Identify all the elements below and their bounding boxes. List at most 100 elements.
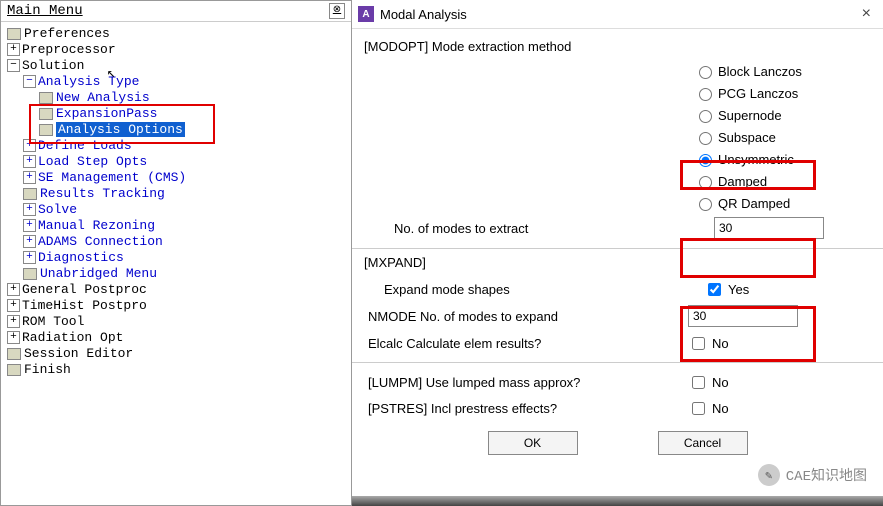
cursor-icon: ↖ [107, 65, 115, 82]
radio-damped[interactable]: Damped [694, 170, 871, 192]
expand-icon[interactable]: + [23, 219, 36, 232]
expand-icon[interactable]: + [7, 283, 20, 296]
tree-item-new-analysis[interactable]: New Analysis [3, 90, 349, 106]
watermark-text: CAE知识地图 [786, 465, 867, 485]
radio-input[interactable] [699, 88, 712, 101]
tree-item-solution[interactable]: −Solution [3, 58, 349, 74]
radio-subspace[interactable]: Subspace [694, 126, 871, 148]
leaf-icon [7, 348, 21, 360]
tree-item-expansion-pass[interactable]: ExpansionPass [3, 106, 349, 122]
dialog-body: [MODOPT] Mode extraction method Block La… [352, 29, 883, 461]
main-menu-title-bar: Main Menu ⊗ [1, 1, 351, 22]
expand-icon[interactable]: + [7, 331, 20, 344]
tree-item-session-editor[interactable]: Session Editor [3, 346, 349, 362]
pstres-row: [PSTRES] Incl prestress effects? No [364, 395, 871, 421]
leaf-icon [23, 188, 37, 200]
nmode-label: NMODE No. of modes to expand [364, 309, 688, 324]
tree-item-analysis-type[interactable]: −Analysis Type [3, 74, 349, 90]
leaf-icon [39, 124, 53, 136]
dialog-title: Modal Analysis [380, 7, 467, 22]
nmode-input[interactable] [688, 305, 798, 327]
leaf-icon [23, 268, 37, 280]
close-icon[interactable]: × [856, 5, 877, 23]
radio-block-lanczos[interactable]: Block Lanczos [694, 60, 871, 82]
radio-unsymmetric[interactable]: Unsymmetric [694, 148, 871, 170]
tree-item-timehist-postpro[interactable]: +TimeHist Postpro [3, 298, 349, 314]
collapse-icon[interactable]: − [23, 75, 36, 88]
nmode-row: NMODE No. of modes to expand [364, 302, 871, 330]
radio-input[interactable] [699, 66, 712, 79]
tree-item-solve[interactable]: +Solve [3, 202, 349, 218]
radio-input[interactable] [699, 154, 712, 167]
divider [352, 248, 883, 249]
tree-item-se-management[interactable]: +SE Management (CMS) [3, 170, 349, 186]
expand-icon[interactable]: + [23, 251, 36, 264]
radio-input[interactable] [699, 110, 712, 123]
watermark: ✎ CAE知识地图 [752, 462, 873, 488]
n-modes-extract-row: No. of modes to extract [364, 214, 871, 242]
dialog-buttons: OK Cancel [364, 431, 871, 455]
radio-input[interactable] [699, 176, 712, 189]
modopt-label: [MODOPT] Mode extraction method [364, 39, 871, 54]
tree-item-preprocessor[interactable]: +Preprocessor [3, 42, 349, 58]
cancel-button[interactable]: Cancel [658, 431, 748, 455]
ok-button[interactable]: OK [488, 431, 578, 455]
expand-icon[interactable]: + [7, 43, 20, 56]
watermark-icon: ✎ [758, 464, 780, 486]
tree-item-define-loads[interactable]: +Define Loads [3, 138, 349, 154]
tree-item-results-tracking[interactable]: Results Tracking [3, 186, 349, 202]
main-menu-title: Main Menu [7, 3, 83, 19]
expand-shapes-checkbox[interactable] [708, 283, 721, 296]
n-modes-extract-input[interactable] [714, 217, 824, 239]
tree-item-diagnostics[interactable]: +Diagnostics [3, 250, 349, 266]
tree-item-unabridged-menu[interactable]: Unabridged Menu [3, 266, 349, 282]
expand-icon[interactable]: + [23, 203, 36, 216]
radio-input[interactable] [699, 132, 712, 145]
mode-extraction-radios: Block Lanczos PCG Lanczos Supernode Subs… [694, 60, 871, 214]
radio-pcg-lanczos[interactable]: PCG Lanczos [694, 82, 871, 104]
tree-item-load-step-opts[interactable]: +Load Step Opts [3, 154, 349, 170]
pstres-label: [PSTRES] Incl prestress effects? [364, 401, 688, 416]
tree-item-adams-connection[interactable]: +ADAMS Connection [3, 234, 349, 250]
elcalc-label: Elcalc Calculate elem results? [364, 336, 688, 351]
expand-shapes-row: Expand mode shapes Yes [364, 276, 871, 302]
tree-item-rom-tool[interactable]: +ROM Tool [3, 314, 349, 330]
dialog-title-bar[interactable]: A Modal Analysis × [352, 0, 883, 29]
radio-qr-damped[interactable]: QR Damped [694, 192, 871, 214]
expand-icon[interactable]: + [23, 235, 36, 248]
leaf-icon [7, 28, 21, 40]
leaf-icon [7, 364, 21, 376]
lumpm-label: [LUMPM] Use lumped mass approx? [364, 375, 688, 390]
panel-control-icon[interactable]: ⊗ [329, 3, 345, 19]
expand-icon[interactable]: + [7, 315, 20, 328]
tree-item-radiation-opt[interactable]: +Radiation Opt [3, 330, 349, 346]
lumpm-row: [LUMPM] Use lumped mass approx? No [364, 369, 871, 395]
expand-icon[interactable]: + [23, 139, 36, 152]
expand-icon[interactable]: + [7, 299, 20, 312]
tree: Preferences +Preprocessor −Solution −Ana… [1, 22, 351, 382]
leaf-icon [39, 108, 53, 120]
tree-item-manual-rezoning[interactable]: +Manual Rezoning [3, 218, 349, 234]
tree-item-preferences[interactable]: Preferences [3, 26, 349, 42]
modal-analysis-dialog: A Modal Analysis × [MODOPT] Mode extract… [352, 0, 883, 506]
tree-item-general-postproc[interactable]: +General Postproc [3, 282, 349, 298]
radio-supernode[interactable]: Supernode [694, 104, 871, 126]
shadow [352, 496, 883, 506]
tree-item-finish[interactable]: Finish [3, 362, 349, 378]
divider [352, 362, 883, 363]
main-menu-panel: Main Menu ⊗ Preferences +Preprocessor −S… [0, 0, 352, 506]
expand-shapes-label: Expand mode shapes [364, 282, 704, 297]
radio-input[interactable] [699, 198, 712, 211]
pstres-checkbox[interactable] [692, 402, 705, 415]
leaf-icon [39, 92, 53, 104]
mxpand-label: [MXPAND] [364, 255, 871, 270]
tree-item-analysis-options[interactable]: Analysis Options [3, 122, 349, 138]
expand-icon[interactable]: + [23, 155, 36, 168]
elcalc-row: Elcalc Calculate elem results? No [364, 330, 871, 356]
n-modes-extract-label: No. of modes to extract [364, 221, 714, 236]
collapse-icon[interactable]: − [7, 59, 20, 72]
app-icon: A [358, 6, 374, 22]
expand-icon[interactable]: + [23, 171, 36, 184]
lumpm-checkbox[interactable] [692, 376, 705, 389]
elcalc-checkbox[interactable] [692, 337, 705, 350]
